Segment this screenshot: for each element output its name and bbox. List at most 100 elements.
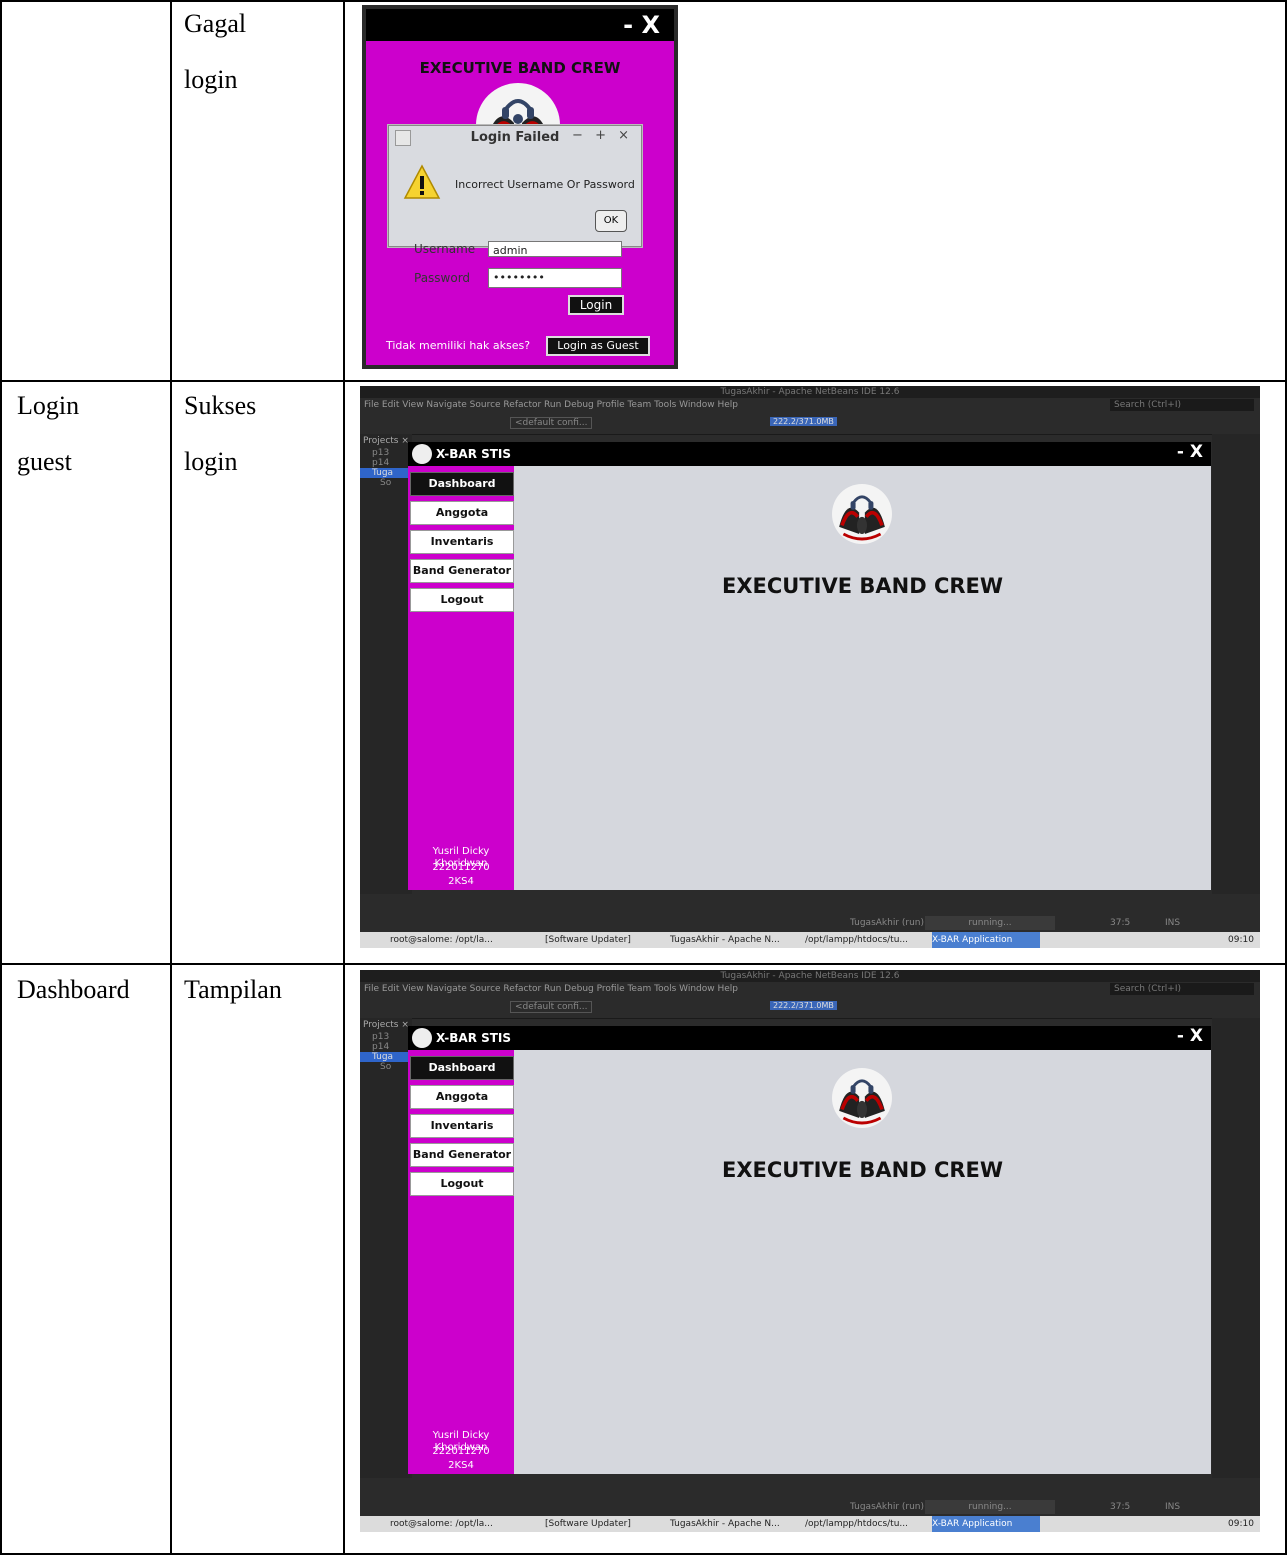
nav-logout[interactable]: Logout: [410, 588, 514, 612]
footer-nim: 222011270: [432, 862, 490, 873]
tree-item[interactable]: So: [360, 1062, 412, 1072]
taskbar-clock: 09:10: [1228, 1519, 1254, 1529]
task-xbar-app[interactable]: X-BAR Application: [932, 932, 1040, 948]
cell-text-line: guest: [17, 447, 72, 476]
ide-projects-panel: Projects × p13 p14 Tuga So: [360, 1018, 412, 1478]
projects-tab[interactable]: Projects ×: [360, 434, 412, 448]
ide-menu-items[interactable]: File Edit View Navigate Source Refactor …: [364, 984, 738, 994]
ide-toolbar: <default confi... 222.2/371.0MB: [360, 996, 1260, 1019]
task-netbeans[interactable]: TugasAkhir - Apache N...: [670, 1516, 780, 1532]
task-file-manager[interactable]: /opt/lampp/htdocs/tu...: [805, 1516, 908, 1532]
config-select[interactable]: <default confi...: [510, 1001, 593, 1013]
task-terminal[interactable]: root@salome: /opt/la...: [390, 932, 493, 948]
login-as-guest-button[interactable]: Login as Guest: [546, 336, 650, 356]
cell-text-line: Login: [17, 391, 80, 420]
nav-band-generator[interactable]: Band Generator: [410, 1143, 514, 1167]
table-border: [170, 0, 172, 1555]
login-failed-dialog: Login Failed − + × Incorrect Username Or…: [388, 125, 642, 247]
task-terminal[interactable]: root@salome: /opt/la...: [390, 1516, 493, 1532]
ide-search-input[interactable]: Search (Ctrl+I): [1110, 399, 1254, 411]
app-main-panel: EXECUTIVE BAND CREW: [514, 466, 1211, 890]
status-run: TugasAkhir (run): [850, 918, 925, 928]
tree-item[interactable]: p13: [360, 1032, 412, 1042]
band-logo-icon: [839, 495, 885, 541]
ide-search-input[interactable]: Search (Ctrl+I): [1110, 983, 1254, 995]
footer-nim: 222011270: [432, 1446, 490, 1457]
password-field[interactable]: ••••••••: [488, 268, 622, 288]
dialog-window-controls[interactable]: − + ×: [572, 128, 633, 143]
nav-inventaris[interactable]: Inventaris: [410, 1114, 514, 1138]
ide-screenshot-dashboard: TugasAkhir - Apache NetBeans IDE 12.6 Fi…: [360, 970, 1260, 1532]
ide-toolbar: <default confi... 222.2/371.0MB: [360, 412, 1260, 435]
tree-item[interactable]: p13: [360, 448, 412, 458]
footer-class: 2KS4: [448, 876, 474, 887]
task-netbeans[interactable]: TugasAkhir - Apache N...: [670, 932, 780, 948]
row3-result: Tampilan: [184, 962, 282, 1018]
cell-text-line: login: [184, 65, 238, 94]
app-titlebar: X-BAR STIS - X: [408, 1026, 1211, 1050]
nav-dashboard[interactable]: Dashboard: [410, 472, 514, 496]
app-close-button[interactable]: - X: [1177, 1026, 1203, 1046]
ide-menu-bar[interactable]: File Edit View Navigate Source Refactor …: [360, 982, 1260, 996]
tree-item[interactable]: p14: [360, 458, 412, 468]
app-logo-icon: [412, 444, 432, 464]
status-ins: INS: [1165, 918, 1181, 928]
tree-item[interactable]: So: [360, 478, 412, 488]
nav-inventaris[interactable]: Inventaris: [410, 530, 514, 554]
cell-text-line: Tampilan: [184, 975, 282, 1004]
tree-item[interactable]: Tuga: [360, 468, 412, 478]
dialog-message: Incorrect Username Or Password: [455, 178, 635, 191]
login-window-screenshot: - X EXECUTIVE BAND CREW Login Failed − +…: [362, 5, 678, 369]
guest-prompt: Tidak memiliki hak akses?: [386, 339, 531, 352]
ide-menu-items[interactable]: File Edit View Navigate Source Refactor …: [364, 400, 738, 410]
status-run: TugasAkhir (run): [850, 1502, 925, 1512]
app-main-panel: EXECUTIVE BAND CREW: [514, 1050, 1211, 1474]
nav-logout[interactable]: Logout: [410, 1172, 514, 1196]
app-title: X-BAR STIS: [436, 447, 512, 461]
config-select[interactable]: <default confi...: [510, 417, 593, 429]
ide-editor-margin: [1212, 1018, 1260, 1478]
ide-menu-bar[interactable]: File Edit View Navigate Source Refactor …: [360, 398, 1260, 412]
task-xbar-app[interactable]: X-BAR Application: [932, 1516, 1040, 1532]
status-position: 37:5: [1110, 1502, 1131, 1512]
projects-tab[interactable]: Projects ×: [360, 1018, 412, 1032]
desktop-taskbar: root@salome: /opt/la... [Software Update…: [360, 932, 1260, 948]
app-logo-icon: [412, 1028, 432, 1048]
ok-button[interactable]: OK: [595, 210, 627, 232]
username-field[interactable]: admin: [488, 241, 622, 257]
ide-projects-panel: Projects × p13 p14 Tuga So: [360, 434, 412, 894]
taskbar-clock: 09:10: [1228, 935, 1254, 945]
ide-status-bar: TugasAkhir (run) running... 37:5 INS: [360, 1500, 1260, 1514]
app-close-button[interactable]: - X: [1177, 442, 1203, 462]
task-software-updater[interactable]: [Software Updater]: [545, 1516, 631, 1532]
window-close-button[interactable]: - X: [623, 11, 660, 39]
band-logo-icon: [839, 1079, 885, 1125]
nav-anggota[interactable]: Anggota: [410, 501, 514, 525]
tree-item[interactable]: Tuga: [360, 1052, 412, 1062]
desktop-taskbar: root@salome: /opt/la... [Software Update…: [360, 1516, 1260, 1532]
row2-scenario: Login guest: [17, 378, 79, 490]
login-button[interactable]: Login: [568, 295, 624, 315]
password-label: Password: [414, 271, 471, 285]
cell-text-line: Gagal: [184, 9, 247, 38]
task-file-manager[interactable]: /opt/lampp/htdocs/tu...: [805, 932, 908, 948]
memory-indicator[interactable]: 222.2/371.0MB: [770, 417, 837, 426]
ide-title-bar: TugasAkhir - Apache NetBeans IDE 12.6: [360, 386, 1260, 398]
username-label: Username: [414, 242, 476, 256]
nav-band-generator[interactable]: Band Generator: [410, 559, 514, 583]
task-software-updater[interactable]: [Software Updater]: [545, 932, 631, 948]
login-heading: EXECUTIVE BAND CREW: [419, 59, 621, 77]
status-progress: running...: [925, 1500, 1055, 1514]
cell-text-line: Sukses: [184, 391, 257, 420]
login-titlebar: - X: [366, 9, 674, 41]
tree-item[interactable]: p14: [360, 1042, 412, 1052]
table-border: [0, 0, 2, 1555]
band-logo: [832, 484, 892, 544]
main-heading: EXECUTIVE BAND CREW: [721, 1158, 1004, 1182]
memory-indicator[interactable]: 222.2/371.0MB: [770, 1001, 837, 1010]
status-ins: INS: [1165, 1502, 1181, 1512]
ide-editor-margin: [1212, 434, 1260, 894]
nav-anggota[interactable]: Anggota: [410, 1085, 514, 1109]
warning-icon: [403, 164, 441, 199]
nav-dashboard[interactable]: Dashboard: [410, 1056, 514, 1080]
